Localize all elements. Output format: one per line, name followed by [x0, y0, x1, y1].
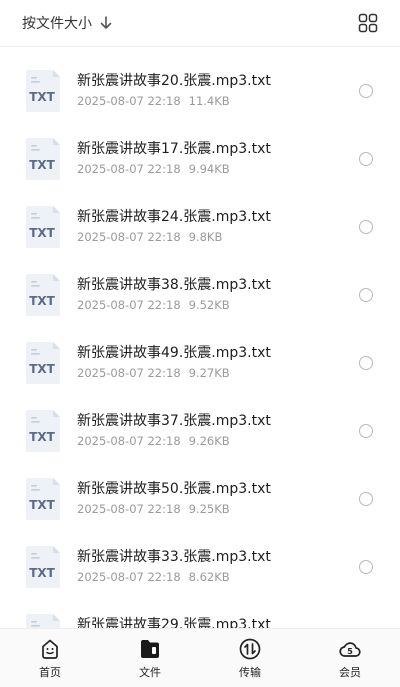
- txt-file-icon: TXT: [26, 410, 60, 452]
- header-divider: [0, 46, 400, 47]
- txt-file-icon: TXT: [26, 70, 60, 112]
- file-meta: 2025-08-07 22:18 9.52KB: [77, 298, 230, 312]
- file-date: 2025-08-07 22:18: [77, 502, 181, 516]
- file-meta: 2025-08-07 22:18 11.4KB: [77, 94, 230, 108]
- file-meta: 2025-08-07 22:18 9.27KB: [77, 366, 230, 380]
- file-name: 新张震讲故事37.张震.mp3.txt: [77, 413, 271, 429]
- select-radio[interactable]: [359, 560, 373, 574]
- file-name: 新张震讲故事49.张震.mp3.txt: [77, 345, 271, 361]
- file-name: 新张震讲故事38.张震.mp3.txt: [77, 277, 271, 293]
- file-size: 9.8KB: [188, 230, 223, 244]
- tab-files[interactable]: 文件: [100, 629, 200, 687]
- tab-label: 文件: [139, 666, 161, 679]
- svg-text:5: 5: [347, 647, 353, 656]
- txt-file-icon: TXT: [26, 206, 60, 248]
- tab-label: 首页: [39, 666, 61, 679]
- file-row[interactable]: TXT 新张震讲故事37.张震.mp3.txt 2025-08-07 22:18 9.…: [0, 392, 400, 460]
- file-name: 新张震讲故事33.张震.mp3.txt: [77, 549, 271, 565]
- select-radio[interactable]: [359, 492, 373, 506]
- txt-file-icon: TXT: [26, 342, 60, 384]
- tab-label: 会员: [339, 666, 361, 679]
- select-radio[interactable]: [359, 288, 373, 302]
- file-date: 2025-08-07 22:18: [77, 366, 181, 380]
- file-row[interactable]: TXT 新张震讲故事17.张震.mp3.txt 2025-08-07 22:18 9.…: [0, 120, 400, 188]
- file-name: 新张震讲故事50.张震.mp3.txt: [77, 481, 271, 497]
- file-type-badge: TXT: [29, 362, 55, 376]
- file-meta: 2025-08-07 22:18 9.94KB: [77, 162, 230, 176]
- file-name: 新张震讲故事24.张震.mp3.txt: [77, 209, 271, 225]
- sort-label: 按文件大小: [22, 16, 92, 32]
- file-size: 9.52KB: [188, 298, 230, 312]
- bottom-tab-bar: 首页 文件 传输 5 会员: [0, 628, 400, 687]
- file-name: 新张震讲故事20.张震.mp3.txt: [77, 73, 271, 89]
- file-type-badge: TXT: [29, 226, 55, 240]
- top-bar: 按文件大小: [0, 0, 400, 46]
- select-radio[interactable]: [359, 152, 373, 166]
- file-list[interactable]: TXT 新张震讲故事20.张震.mp3.txt 2025-08-07 22:18 11…: [0, 52, 400, 628]
- vip-cloud-icon: 5: [339, 642, 361, 657]
- transfer-icon: [239, 638, 261, 660]
- folder-icon: [141, 640, 159, 658]
- file-size: 9.27KB: [188, 366, 230, 380]
- file-type-badge: TXT: [29, 158, 55, 172]
- file-date: 2025-08-07 22:18: [77, 162, 181, 176]
- file-type-badge: TXT: [29, 294, 55, 308]
- file-type-badge: TXT: [29, 566, 55, 580]
- tab-transfer[interactable]: 传输: [200, 629, 300, 687]
- file-type-badge: TXT: [29, 430, 55, 444]
- file-date: 2025-08-07 22:18: [77, 298, 181, 312]
- file-type-badge: TXT: [29, 90, 55, 104]
- file-row[interactable]: TXT 新张震讲故事29.张震.mp3.txt: [0, 596, 400, 628]
- txt-file-icon: TXT: [26, 546, 60, 588]
- file-row[interactable]: TXT 新张震讲故事24.张震.mp3.txt 2025-08-07 22:18 9.…: [0, 188, 400, 256]
- txt-file-icon: TXT: [26, 614, 60, 628]
- file-meta: 2025-08-07 22:18 9.26KB: [77, 434, 230, 448]
- tab-vip[interactable]: 5 会员: [300, 629, 400, 687]
- file-date: 2025-08-07 22:18: [77, 570, 181, 584]
- tab-label: 传输: [239, 666, 261, 679]
- select-radio[interactable]: [359, 220, 373, 234]
- file-size: 9.94KB: [188, 162, 230, 176]
- file-row[interactable]: TXT 新张震讲故事49.张震.mp3.txt 2025-08-07 22:18 9.…: [0, 324, 400, 392]
- arrow-down-icon: [100, 16, 112, 29]
- file-size: 8.62KB: [188, 570, 230, 584]
- sort-by-size-button[interactable]: 按文件大小: [22, 13, 112, 33]
- file-row[interactable]: TXT 新张震讲故事38.张震.mp3.txt 2025-08-07 22:18 9.…: [0, 256, 400, 324]
- select-radio[interactable]: [359, 84, 373, 98]
- file-row[interactable]: TXT 新张震讲故事33.张震.mp3.txt 2025-08-07 22:18 8.…: [0, 528, 400, 596]
- txt-file-icon: TXT: [26, 478, 60, 520]
- select-radio[interactable]: [359, 424, 373, 438]
- file-row[interactable]: TXT 新张震讲故事50.张震.mp3.txt 2025-08-07 22:18 9.…: [0, 460, 400, 528]
- select-radio[interactable]: [359, 356, 373, 370]
- file-date: 2025-08-07 22:18: [77, 230, 181, 244]
- file-meta: 2025-08-07 22:18 9.8KB: [77, 230, 222, 244]
- grid-view-icon[interactable]: [358, 13, 378, 33]
- home-face-icon: [42, 639, 58, 659]
- file-size: 9.25KB: [188, 502, 230, 516]
- file-meta: 2025-08-07 22:18 8.62KB: [77, 570, 230, 584]
- file-date: 2025-08-07 22:18: [77, 94, 181, 108]
- file-meta: 2025-08-07 22:18 9.25KB: [77, 502, 230, 516]
- file-size: 9.26KB: [188, 434, 230, 448]
- file-size: 11.4KB: [188, 94, 230, 108]
- tab-home[interactable]: 首页: [0, 629, 100, 687]
- file-name: 新张震讲故事17.张震.mp3.txt: [77, 141, 271, 157]
- txt-file-icon: TXT: [26, 274, 60, 316]
- txt-file-icon: TXT: [26, 138, 60, 180]
- file-name: 新张震讲故事29.张震.mp3.txt: [77, 617, 271, 628]
- file-type-badge: TXT: [29, 498, 55, 512]
- file-date: 2025-08-07 22:18: [77, 434, 181, 448]
- file-row[interactable]: TXT 新张震讲故事20.张震.mp3.txt 2025-08-07 22:18 11…: [0, 52, 400, 120]
